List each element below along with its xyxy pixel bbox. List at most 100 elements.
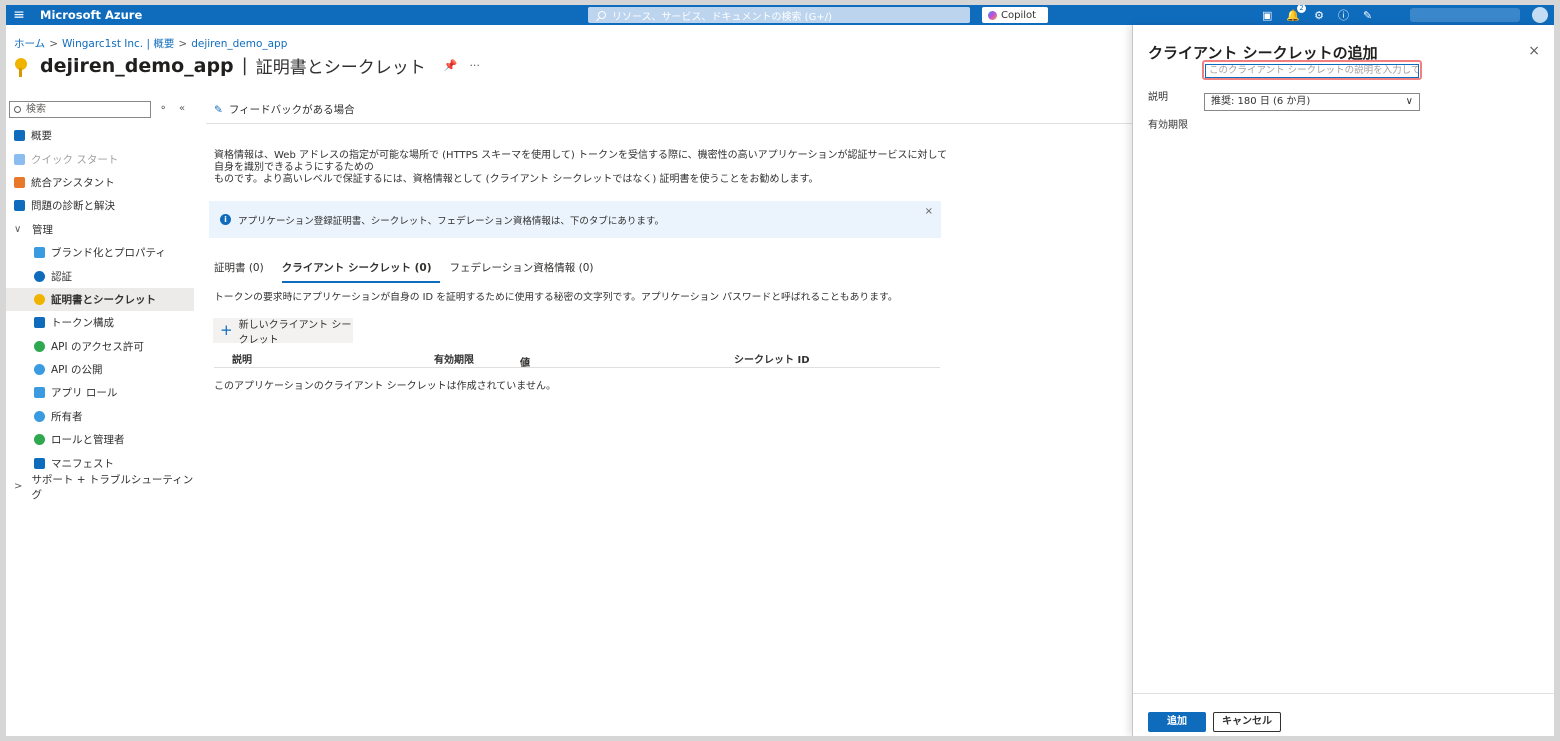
sidebar-item-branding[interactable]: ブランド化とプロパティ xyxy=(6,241,194,264)
sidebar-item-diagnose[interactable]: 問題の診断と解決 xyxy=(6,194,194,217)
sidebar-group-manage[interactable]: ∨ 管理 xyxy=(6,218,194,241)
global-search-input[interactable]: リソース、サービス、ドキュメントの検索 (G+/) xyxy=(588,7,970,23)
cancel-button[interactable]: キャンセル xyxy=(1213,712,1281,732)
cloud-icon xyxy=(34,364,45,376)
sidebar-item-quickstart[interactable]: クイック スタート xyxy=(6,147,194,170)
breadcrumb-home[interactable]: ホーム xyxy=(14,38,45,50)
account-info[interactable] xyxy=(1410,8,1520,22)
sidebar: 概要 クイック スタート 統合アシスタント 問題の診断と解決 ∨ 管理 ブランド化… xyxy=(6,124,194,501)
empty-table-message: このアプリケーションのクライアント シークレットは作成されていません。 xyxy=(214,381,556,392)
more-icon[interactable]: ··· xyxy=(469,59,480,72)
column-description[interactable]: 説明 xyxy=(232,351,252,366)
tab-client-secrets[interactable]: クライアント シークレット (0) xyxy=(281,260,440,283)
help-icon[interactable]: ⓘ xyxy=(1338,7,1349,23)
key-icon xyxy=(34,293,45,305)
description-input-wrapper xyxy=(1202,60,1422,80)
feedback-icon: ✎ xyxy=(214,103,223,116)
expiry-value: 推奨: 180 日 (6 か月) xyxy=(1211,96,1311,107)
plus-icon: + xyxy=(220,321,233,339)
close-icon[interactable]: × xyxy=(925,206,933,217)
breadcrumb-separator: > xyxy=(49,38,58,50)
sidebar-item-owners[interactable]: 所有者 xyxy=(6,405,194,428)
tab-certificates[interactable]: 証明書 (0) xyxy=(214,260,272,283)
rocket-icon xyxy=(14,176,25,188)
column-expires[interactable]: 有効期限 xyxy=(434,351,474,366)
auth-icon xyxy=(34,270,45,282)
notifications-icon[interactable]: 🔔 2 xyxy=(1286,5,1307,22)
sidebar-search-input[interactable]: 検索 xyxy=(9,101,151,118)
app-roles-icon xyxy=(34,387,45,399)
page-subtitle: 証明書とシークレット xyxy=(255,58,426,78)
expiry-select[interactable]: 推奨: 180 日 (6 か月) ∨ xyxy=(1204,93,1420,111)
column-secret-id[interactable]: シークレット ID xyxy=(734,351,810,366)
hamburger-icon[interactable]: ≡ xyxy=(6,7,32,23)
sidebar-item-roles-admins[interactable]: ロールと管理者 xyxy=(6,428,194,451)
sidebar-item-integration-assistant[interactable]: 統合アシスタント xyxy=(6,171,194,194)
feedback-link[interactable]: ✎ フィードバックがある場合 xyxy=(214,102,355,117)
notification-badge: 2 xyxy=(1297,5,1307,13)
breadcrumb: ホーム > Wingarc1st Inc. | 概要 > dejiren_demo_ap… xyxy=(14,36,287,51)
sidebar-item-app-roles[interactable]: アプリ ロール xyxy=(6,381,194,404)
page-description-line: ものです。より高いレベルで保証するには、資格情報として (クライアント シークレ… xyxy=(214,174,819,185)
breadcrumb-org[interactable]: Wingarc1st Inc. | 概要 xyxy=(62,38,174,50)
token-icon xyxy=(34,317,45,329)
tab-description: トークンの要求時にアプリケーションが自身の ID を証明するために使用する秘密の… xyxy=(214,292,898,303)
sidebar-item-token-config[interactable]: トークン構成 xyxy=(6,311,194,334)
table-header: 説明 有効期限 値 ⓘ シークレット ID xyxy=(214,348,940,369)
sidebar-item-expose-api[interactable]: API の公開 xyxy=(6,358,194,381)
top-bar: ≡ Microsoft Azure リソース、サービス、ドキュメントの検索 (G… xyxy=(6,5,1554,25)
chevron-down-icon: ∨ xyxy=(1405,96,1413,107)
page-description-line: 資格情報は、Web アドレスの指定が可能な場所で (HTTPS スキーマを使用し… xyxy=(214,150,948,173)
sidebar-group-support[interactable]: > サポート + トラブルシューティング xyxy=(6,474,194,501)
divider xyxy=(206,123,1132,124)
cloud-shell-icon[interactable]: ▣ xyxy=(1262,9,1272,22)
overview-icon xyxy=(14,130,25,142)
avatar[interactable] xyxy=(1532,7,1548,23)
footer-divider xyxy=(1133,693,1554,694)
branding-icon xyxy=(34,247,45,259)
expiry-label: 有効期限 xyxy=(1148,120,1188,131)
app-name: dejiren_demo_app xyxy=(40,54,234,77)
key-icon xyxy=(14,56,28,77)
collapse-sidebar-icon[interactable]: « xyxy=(179,103,185,114)
chevron-right-icon: > xyxy=(14,481,23,493)
chevron-down-icon: ∨ xyxy=(14,223,22,235)
copilot-button[interactable]: Copilot xyxy=(982,7,1048,23)
api-permission-icon xyxy=(34,340,45,352)
sidebar-item-certificates-secrets[interactable]: 証明書とシークレット xyxy=(6,287,194,312)
window-frame: ≡ Microsoft Azure リソース、サービス、ドキュメントの検索 (G… xyxy=(6,5,1554,736)
manifest-icon xyxy=(34,457,45,469)
page-description: 資格情報は、Web アドレスの指定が可能な場所で (HTTPS スキーマを使用し… xyxy=(214,150,950,186)
top-bar-icons: ▣ 🔔 2 ⚙ ⓘ ✎ xyxy=(1262,5,1372,25)
breadcrumb-separator: > xyxy=(178,38,188,50)
description-input[interactable] xyxy=(1205,63,1419,78)
settings-icon[interactable]: ⚙ xyxy=(1314,9,1324,22)
sidebar-item-authentication[interactable]: 認証 xyxy=(6,264,194,287)
info-banner: i アプリケーション登録証明書、シークレット、フェデレーション資格情報は、下のタ… xyxy=(209,201,941,238)
info-text: アプリケーション登録証明書、シークレット、フェデレーション資格情報は、下のタブに… xyxy=(238,215,664,227)
add-button[interactable]: 追加 xyxy=(1148,712,1206,732)
roles-admins-icon xyxy=(34,434,45,446)
description-label: 説明 xyxy=(1148,92,1168,103)
new-client-secret-button[interactable]: + 新しいクライアント シークレット xyxy=(213,318,353,346)
search-icon xyxy=(598,11,606,19)
wrench-icon xyxy=(14,200,25,212)
sidebar-item-overview[interactable]: 概要 xyxy=(6,124,194,147)
copilot-label: Copilot xyxy=(1001,9,1037,21)
info-icon: ⓘ xyxy=(520,358,530,369)
sidebar-item-api-permissions[interactable]: API のアクセス許可 xyxy=(6,335,194,358)
copilot-icon xyxy=(988,10,997,20)
tab-federated-credentials[interactable]: フェデレーション資格情報 (0) xyxy=(450,260,602,283)
global-search-placeholder: リソース、サービス、ドキュメントの検索 (G+/) xyxy=(612,11,832,23)
sidebar-options-icon[interactable]: ⚬ xyxy=(159,103,167,114)
pin-icon[interactable]: 📌 xyxy=(444,59,458,72)
breadcrumb-app[interactable]: dejiren_demo_app xyxy=(191,38,287,50)
sidebar-search-placeholder: 検索 xyxy=(26,104,46,115)
info-icon: i xyxy=(220,214,231,225)
brand-title[interactable]: Microsoft Azure xyxy=(40,8,142,22)
close-icon[interactable]: × xyxy=(1528,43,1540,59)
search-icon xyxy=(14,106,21,113)
add-secret-panel: クライアント シークレットの追加 × 説明 有効期限 追加 キャンセル xyxy=(1132,25,1554,736)
feedback-icon[interactable]: ✎ xyxy=(1363,9,1372,22)
quickstart-icon xyxy=(14,153,25,165)
